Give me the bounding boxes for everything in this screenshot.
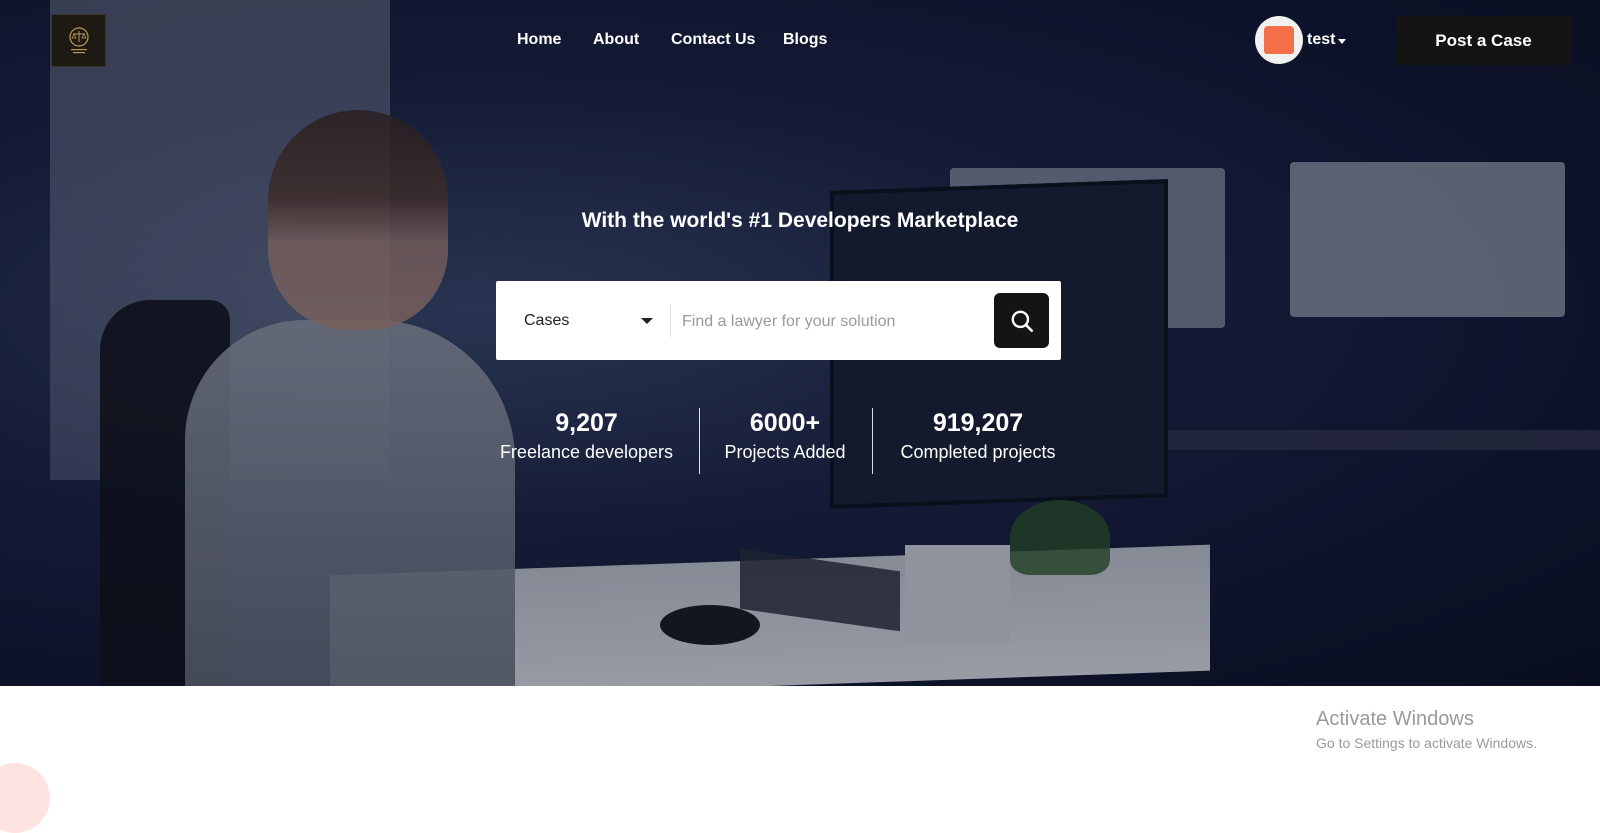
nav-link-blogs[interactable]: Blogs	[783, 31, 827, 49]
stat-label: Completed projects	[900, 442, 1056, 462]
watermark-subtitle: Go to Settings to activate Windows.	[1316, 735, 1537, 751]
hero-headline: With the world's #1 Developers Marketpla…	[581, 209, 1019, 232]
search-input[interactable]	[680, 303, 984, 341]
stat-label: Projects Added	[724, 442, 846, 462]
tshirt-avatar-icon	[1264, 26, 1294, 54]
user-avatar[interactable]	[1255, 16, 1303, 64]
nav-link-contact-us[interactable]: Contact Us	[671, 31, 755, 49]
nav-link-about[interactable]: About	[593, 31, 639, 49]
stat-projects-added: 6000+ Projects Added	[715, 408, 855, 463]
user-menu[interactable]: test	[1255, 16, 1347, 64]
chevron-down-icon[interactable]	[1338, 38, 1347, 44]
decorative-blob	[0, 763, 50, 833]
site-logo[interactable]	[51, 14, 106, 67]
stat-number: 9,207	[555, 409, 618, 437]
stat-label: Freelance developers	[499, 442, 674, 462]
windows-activation-watermark: Activate Windows Go to Settings to activ…	[1316, 708, 1537, 751]
post-case-button[interactable]: Post a Case	[1395, 16, 1572, 65]
scales-emblem-icon	[68, 26, 89, 53]
stat-divider	[699, 408, 700, 474]
search-divider	[670, 304, 671, 337]
search-icon	[1011, 310, 1033, 332]
search-button[interactable]	[994, 293, 1049, 348]
category-select[interactable]: Cases	[524, 312, 569, 330]
nav-link-home[interactable]: Home	[517, 31, 561, 49]
user-name: test	[1307, 31, 1336, 48]
stat-number: 6000+	[749, 409, 821, 437]
watermark-title: Activate Windows	[1316, 708, 1474, 730]
stat-freelance-developers: 9,207 Freelance developers	[494, 408, 679, 463]
stat-divider	[872, 408, 873, 474]
search-bar: Cases	[496, 281, 1061, 360]
chevron-down-icon[interactable]	[641, 318, 653, 324]
stat-completed-projects: 919,207 Completed projects	[893, 408, 1063, 463]
stat-number: 919,207	[932, 409, 1024, 437]
